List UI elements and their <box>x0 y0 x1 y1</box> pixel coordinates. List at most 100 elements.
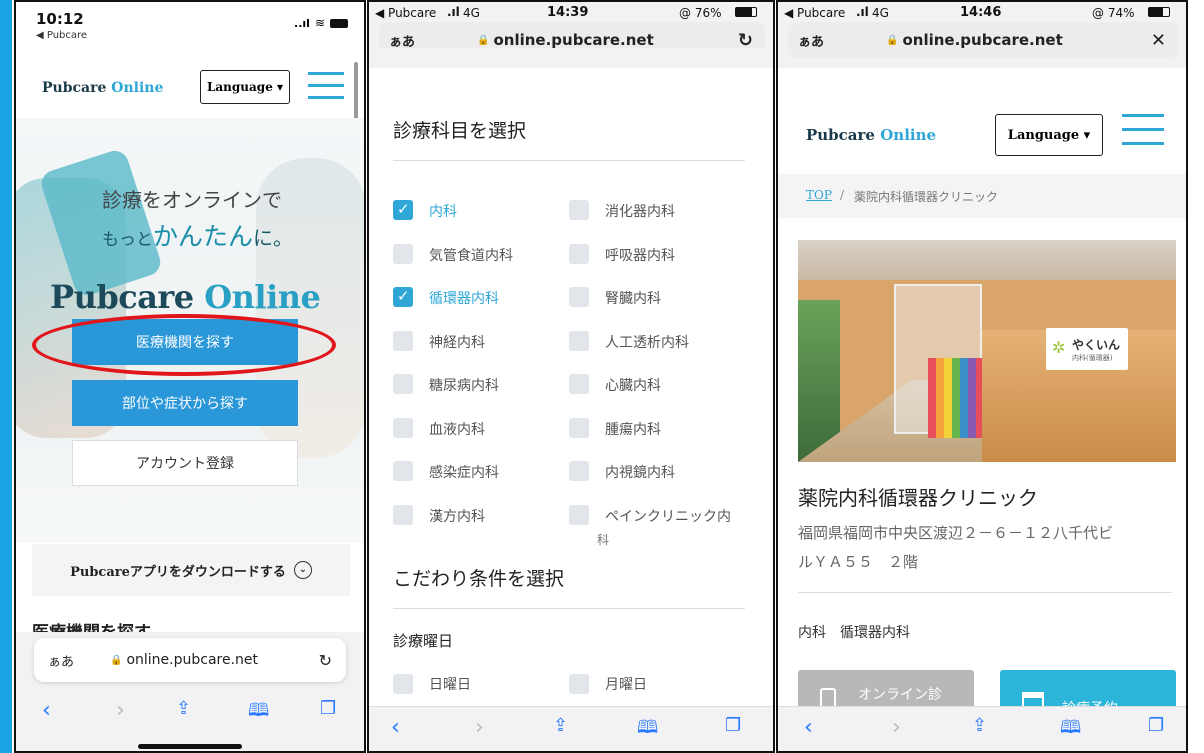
department-checkbox[interactable] <box>569 200 589 220</box>
online-consult-label: オンライン診 <box>858 687 942 703</box>
department-checkbox[interactable] <box>569 461 589 481</box>
network-label: 4G <box>872 6 889 20</box>
reader-aa-button[interactable]: ぁあ <box>389 31 415 50</box>
back-icon[interactable]: ‹ <box>391 715 400 740</box>
department-checkbox-label: 血液内科 <box>429 421 485 438</box>
clinic-sign-sub: 内科(循環器) <box>1072 353 1113 362</box>
hamburger-icon[interactable] <box>1122 112 1164 148</box>
department-checkbox-label: 循環器内科 <box>429 291 499 307</box>
register-account-button[interactable]: アカウント登録 <box>72 440 298 486</box>
flower-logo-icon: ✲ <box>1052 338 1066 357</box>
site-logo[interactable]: Pubcare Online <box>42 80 163 96</box>
department-checkbox[interactable] <box>569 504 589 525</box>
department-checkbox[interactable] <box>569 243 589 264</box>
reload-icon[interactable]: ↻ <box>319 651 332 670</box>
conditions-section-title: こだわり条件を選択 <box>393 568 565 590</box>
language-dropdown[interactable]: Language ▾ <box>995 114 1103 156</box>
safari-toolbar: ‹ › ⇪ 🕮 ❐ <box>778 706 1186 751</box>
back-to-app-link[interactable]: ◀ Pubcare <box>36 30 87 41</box>
checkbox-label-sunday: 日曜日 <box>429 677 471 693</box>
url-text[interactable]: online.pubcare.net <box>126 652 258 668</box>
language-dropdown[interactable]: Language ▾ <box>200 70 290 104</box>
breadcrumb: TOP / 薬院内科循環器クリニック <box>778 174 1186 218</box>
reader-aa-button[interactable]: ぁあ <box>798 31 824 50</box>
status-time: 10:12 <box>36 10 84 28</box>
forward-icon[interactable]: › <box>892 715 901 740</box>
reader-aa-button[interactable]: ぁあ <box>48 651 74 670</box>
hero-brand-main: Pubcare <box>50 278 194 316</box>
logo-main-text: Pubcare <box>806 126 875 144</box>
department-checkbox-label: 人工透析内科 <box>605 334 689 351</box>
bookmarks-icon[interactable]: 🕮 <box>248 698 269 728</box>
battery-icon <box>1148 7 1170 17</box>
breadcrumb-current: 薬院内科循環器クリニック <box>854 190 999 204</box>
department-checkbox-label: 消化器内科 <box>605 204 675 220</box>
bookmarks-icon[interactable]: 🕮 <box>1060 715 1081 745</box>
checkmark-icon: ✓ <box>397 200 410 218</box>
department-checkbox-label: 内科 <box>429 204 457 220</box>
back-icon[interactable]: ‹ <box>42 698 51 723</box>
phone-screen-clinic-detail: ◀ Pubcare .ıl 4G 14:46 @ 74% ぁあ 🔒 online… <box>776 0 1188 753</box>
department-checkbox[interactable] <box>393 417 413 438</box>
department-checkbox[interactable] <box>393 374 413 394</box>
status-bar: ◀ Pubcare .ıl 4G 14:46 @ 74% ぁあ 🔒 online… <box>778 2 1186 68</box>
tagline-prefix: もっと <box>102 230 153 250</box>
battery-label: @ 76% <box>679 6 722 20</box>
divider <box>393 160 745 161</box>
find-by-symptom-button[interactable]: 部位や症状から探す <box>72 380 298 426</box>
breadcrumb-separator: / <box>840 188 845 202</box>
highlight-ellipse <box>32 314 336 376</box>
share-icon[interactable]: ⇪ <box>176 698 191 719</box>
safari-bottom-chrome: ぁあ 🔒 online.pubcare.net ↻ ‹ › ⇪ 🕮 ❐ <box>16 632 364 751</box>
share-icon[interactable]: ⇪ <box>972 715 987 736</box>
url-bar[interactable]: ぁあ 🔒 online.pubcare.net ✕ <box>788 22 1178 58</box>
checkbox-sunday[interactable] <box>393 674 413 694</box>
tabs-icon[interactable]: ❐ <box>320 698 336 719</box>
tabs-icon[interactable]: ❐ <box>1148 715 1164 736</box>
forward-icon[interactable]: › <box>475 715 484 740</box>
signal-icon: .ıl <box>856 5 869 19</box>
breadcrumb-top-link[interactable]: TOP <box>806 188 832 202</box>
department-checkbox-label: 気管食道内科 <box>429 247 513 264</box>
tabs-icon[interactable]: ❐ <box>725 715 741 736</box>
share-icon[interactable]: ⇪ <box>553 715 568 736</box>
site-logo[interactable]: Pubcare Online <box>806 126 936 144</box>
hero-tagline-1: 診療をオンラインで <box>102 188 282 212</box>
divider <box>393 608 745 609</box>
department-checkbox-label: 漢方内科 <box>429 508 485 525</box>
department-checkbox[interactable] <box>569 417 589 438</box>
department-section-title: 診療科目を選択 <box>393 120 527 142</box>
logo-main-text: Pubcare <box>42 80 107 96</box>
divider <box>798 592 1172 593</box>
department-checkbox[interactable] <box>569 330 589 351</box>
department-checkbox[interactable] <box>393 461 413 481</box>
back-icon[interactable]: ‹ <box>804 715 813 740</box>
checkbox-monday[interactable] <box>569 674 589 694</box>
close-icon[interactable]: ✕ <box>1151 30 1166 51</box>
url-text[interactable]: online.pubcare.net <box>493 31 653 49</box>
department-checkbox[interactable]: ✓ <box>393 287 413 307</box>
department-checkbox[interactable]: ✓ <box>393 200 413 220</box>
department-checkbox-label: ペインクリニック内 <box>605 508 731 525</box>
department-checkbox[interactable] <box>393 243 413 264</box>
home-indicator <box>138 744 242 749</box>
hamburger-icon[interactable] <box>308 70 344 100</box>
app-download-toggle[interactable]: Pubcareアプリをダウンロードする ⌄ <box>32 544 350 596</box>
forward-icon[interactable]: › <box>116 698 125 723</box>
url-bar[interactable]: ぁあ 🔒 online.pubcare.net ↻ <box>34 638 346 682</box>
url-text[interactable]: online.pubcare.net <box>902 31 1062 49</box>
department-checkbox-label: 腫瘍内科 <box>605 421 661 438</box>
bookmarks-icon[interactable]: 🕮 <box>637 715 658 745</box>
checkmark-icon: ✓ <box>397 287 410 305</box>
carrier-label: ◀ Pubcare <box>375 6 437 20</box>
hero-tagline-2: もっとかんたんに。 <box>102 217 293 253</box>
status-icons: ..ıl ≋ <box>294 16 348 30</box>
department-checkbox[interactable] <box>393 330 413 351</box>
tagline-emphasis: かんたん <box>153 222 254 251</box>
days-subtitle: 診療曜日 <box>393 632 454 650</box>
department-checkbox[interactable] <box>569 287 589 307</box>
status-time: 14:39 <box>547 5 589 20</box>
department-checkbox[interactable] <box>393 504 413 525</box>
clinic-sign: ✲ やくいん 内科(循環器) <box>1046 328 1128 370</box>
department-checkbox[interactable] <box>569 374 589 394</box>
